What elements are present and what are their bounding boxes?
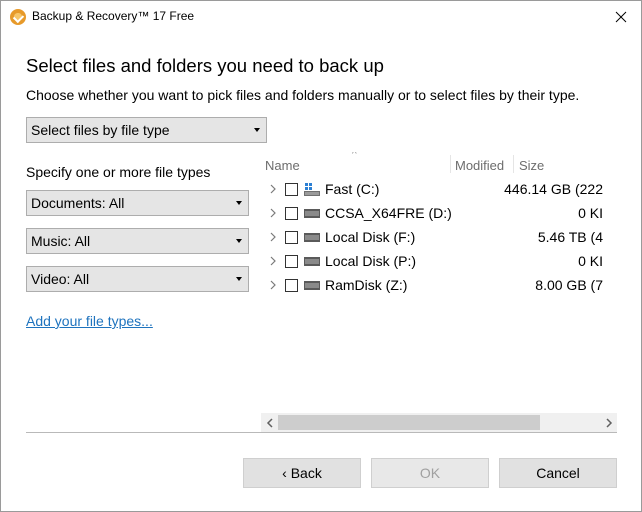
page-title: Select files and folders you need to bac… <box>26 55 384 76</box>
music-type-dropdown[interactable]: Music: All <box>26 228 249 254</box>
tree-row[interactable]: Local Disk (F:) 5.46 TB (4 <box>261 225 617 249</box>
row-checkbox[interactable] <box>285 255 298 268</box>
row-size-value: 8.00 GB (7 <box>535 277 603 293</box>
row-size: 5.46 TB (4 <box>497 229 603 245</box>
documents-type-value: Documents: All <box>31 195 125 211</box>
row-name: Local Disk (F:) <box>325 229 416 245</box>
file-types-label: Specify one or more file types <box>26 164 211 180</box>
chevron-right-icon[interactable] <box>268 183 278 195</box>
drive-icon <box>304 257 320 266</box>
chevron-right-icon[interactable] <box>268 231 278 243</box>
page-subtitle: Choose whether you want to pick files an… <box>26 87 580 103</box>
row-size-value: 0 KI <box>578 205 603 221</box>
add-file-types-link[interactable]: Add your file types... <box>26 313 153 329</box>
row-checkbox[interactable] <box>285 183 298 196</box>
drive-icon <box>304 281 320 290</box>
row-size: 8.00 GB (7 <box>497 277 603 293</box>
row-name: CCSA_X64FRE (D:) <box>325 205 452 221</box>
tree-row[interactable]: Local Disk (P:) 0 KI <box>261 249 617 273</box>
row-size: 446.14 GB (222 <box>497 181 603 197</box>
backup-dialog: Backup & Recovery™ 17 Free Select files … <box>0 0 642 512</box>
app-logo-icon <box>10 9 26 25</box>
windows-drive-icon <box>304 183 320 196</box>
chevron-down-icon <box>236 277 242 281</box>
row-name: Local Disk (P:) <box>325 253 417 269</box>
row-checkbox[interactable] <box>285 279 298 292</box>
tree-row[interactable]: CCSA_X64FRE (D:) 0 KI <box>261 201 617 225</box>
row-size-value: 5.46 TB (4 <box>537 229 603 245</box>
title-bar[interactable]: Backup & Recovery™ 17 Free <box>1 1 641 32</box>
row-name: RamDisk (Z:) <box>325 277 408 293</box>
row-checkbox[interactable] <box>285 231 298 244</box>
column-header-name[interactable]: Name <box>265 158 300 173</box>
tree-row[interactable]: Fast (C:) 446.14 GB (222 <box>261 177 617 201</box>
music-type-value: Music: All <box>31 233 91 249</box>
selection-mode-dropdown[interactable]: Select files by file type <box>26 117 267 143</box>
sort-ascending-icon: ^ <box>352 152 357 160</box>
close-icon <box>615 11 627 22</box>
window-title: Backup & Recovery™ 17 Free <box>32 9 195 23</box>
cancel-button[interactable]: Cancel <box>499 458 617 488</box>
column-separator[interactable] <box>450 155 451 173</box>
drive-tree: ^ Name Modified Size Fast (C:) 446.14 GB… <box>261 152 617 432</box>
row-size-value: 446.14 GB (222 <box>504 181 603 197</box>
chevron-right-icon[interactable] <box>268 279 278 291</box>
scroll-left-button[interactable] <box>261 413 278 432</box>
chevron-right-icon[interactable] <box>268 207 278 219</box>
selection-mode-value: Select files by file type <box>31 122 170 138</box>
chevron-down-icon <box>236 239 242 243</box>
tree-header: ^ Name Modified Size <box>261 152 617 177</box>
column-header-modified[interactable]: Modified <box>455 158 504 173</box>
column-header-size[interactable]: Size <box>519 158 544 173</box>
video-type-value: Video: All <box>31 271 90 287</box>
row-checkbox[interactable] <box>285 207 298 220</box>
chevron-right-icon[interactable] <box>268 255 278 267</box>
row-size: 0 KI <box>497 205 603 221</box>
drive-icon <box>304 233 320 242</box>
column-separator[interactable] <box>513 155 514 173</box>
row-size: 0 KI <box>497 253 603 269</box>
row-size-value: 0 KI <box>578 253 603 269</box>
documents-type-dropdown[interactable]: Documents: All <box>26 190 249 216</box>
chevron-down-icon <box>254 128 260 132</box>
tree-row[interactable]: RamDisk (Z:) 8.00 GB (7 <box>261 273 617 297</box>
drive-icon <box>304 209 320 218</box>
chevron-down-icon <box>236 201 242 205</box>
ok-button[interactable]: OK <box>371 458 489 488</box>
row-name: Fast (C:) <box>325 181 380 197</box>
footer-divider <box>26 432 617 433</box>
scrollbar-thumb[interactable] <box>278 415 540 430</box>
scroll-right-button[interactable] <box>600 413 617 432</box>
chevron-right-icon <box>605 417 612 428</box>
close-button[interactable] <box>601 1 641 32</box>
back-button[interactable]: ‹ Back <box>243 458 361 488</box>
horizontal-scrollbar[interactable] <box>261 413 617 432</box>
video-type-dropdown[interactable]: Video: All <box>26 266 249 292</box>
chevron-left-icon <box>266 417 273 428</box>
